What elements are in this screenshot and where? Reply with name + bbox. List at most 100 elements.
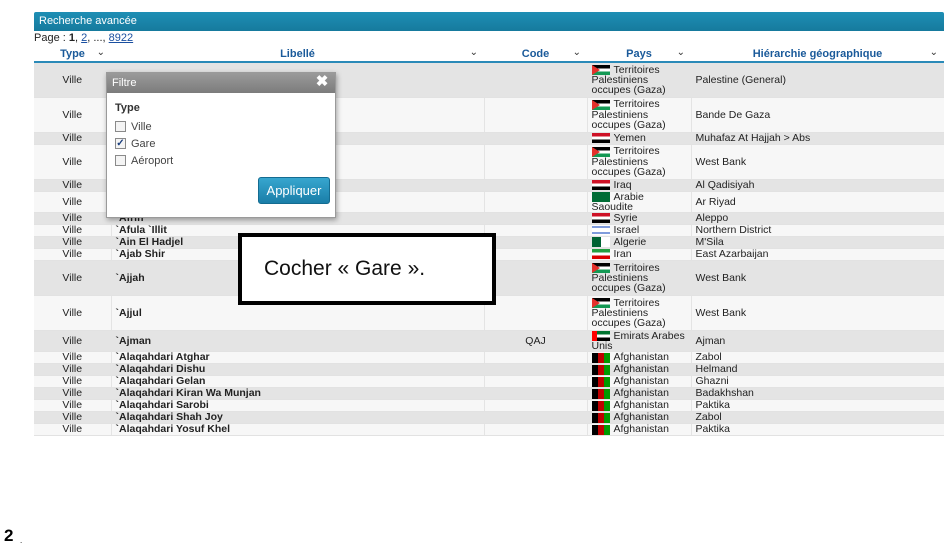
cell-hierarchie: Al Qadisiyah [691, 179, 944, 192]
cell-hierarchie: Zabol [691, 351, 944, 364]
filter-option-aeroport[interactable]: Aéroport [115, 152, 327, 169]
cell-hierarchie: Northern District [691, 224, 944, 237]
chevron-down-icon[interactable]: ⌄ [97, 47, 105, 58]
column-header-libelle[interactable]: Libellé ⌄ [111, 46, 484, 63]
country-name: Syrie [613, 212, 638, 225]
cell-type: Ville [34, 330, 112, 352]
chevron-down-icon[interactable]: ⌄ [573, 47, 581, 58]
cell-hierarchie: Ar Riyad [691, 191, 944, 213]
cell-hierarchie: Palestine (General) [691, 62, 944, 98]
chevron-down-icon[interactable]: ⌄ [677, 47, 685, 58]
instruction-callout: Cocher « Gare ». [238, 233, 496, 305]
country-name: Afghanistan [613, 399, 669, 412]
cell-code [484, 191, 588, 213]
country-name: Iraq [613, 178, 632, 191]
cell-hierarchie: Zabol [691, 411, 944, 424]
column-header-code[interactable]: Code ⌄ [484, 46, 587, 63]
checkbox-gare[interactable]: ✓ [115, 138, 126, 149]
flag-icon [591, 133, 610, 144]
filter-option-label: Gare [131, 137, 156, 150]
filter-option-label: Aéroport [131, 154, 174, 167]
cell-libelle: `Alaqahdari Sarobi [111, 399, 485, 412]
flag-icon [591, 364, 610, 375]
column-header-type[interactable]: Type ⌄ [34, 46, 111, 63]
cell-pays: Algerie [587, 236, 692, 249]
cell-pays: Afghanistan [587, 363, 692, 376]
cell-code [484, 363, 588, 376]
cell-libelle: `Alaqahdari Gelan [111, 375, 485, 388]
cell-pays: Afghanistan [587, 387, 692, 400]
cell-code [484, 132, 588, 145]
cell-code [484, 375, 588, 388]
step-dot: . [20, 536, 23, 545]
cell-pays: Afghanistan [587, 375, 692, 388]
cell-code [484, 144, 588, 180]
table-row[interactable]: Ville `Ajman QAJ Emirats Arabes Unis Ajman [34, 330, 944, 352]
table-row[interactable]: Ville `Alaqahdari Shah Joy Afghanistan Zabo… [34, 411, 944, 424]
cell-pays: Territoires Palestiniens occupes (Gaza) [587, 62, 692, 98]
checkbox-aeroport[interactable] [115, 155, 126, 166]
cell-type: Ville [34, 260, 112, 296]
cell-type: Ville [34, 179, 112, 192]
search-panel: Recherche avancée Page : 1, 2, ..., 8922… [34, 12, 944, 532]
cell-type: Ville [34, 423, 112, 436]
pagination: Page : 1, 2, ..., 8922 [34, 32, 134, 44]
flag-icon [591, 237, 610, 248]
apply-button[interactable]: Appliquer [258, 177, 330, 204]
cell-code [484, 399, 588, 412]
filter-title: Filtre [112, 77, 137, 89]
cell-libelle: `Ajman [111, 330, 485, 352]
cell-type: Ville [34, 191, 112, 213]
cell-code: QAJ [484, 330, 588, 352]
chevron-down-icon[interactable]: ⌄ [930, 47, 938, 58]
cell-code [484, 97, 588, 133]
cell-code [484, 295, 588, 331]
cell-libelle: `Alaqahdari Dishu [111, 363, 485, 376]
cell-type: Ville [34, 236, 112, 249]
cell-pays: Arabie Saoudite [587, 191, 692, 213]
flag-icon [591, 388, 610, 399]
cell-type: Ville [34, 212, 112, 225]
cell-code [484, 224, 588, 237]
country-name: Afghanistan [613, 363, 669, 376]
cell-hierarchie: M'Sila [691, 236, 944, 249]
cell-hierarchie: Bande De Gaza [691, 97, 944, 133]
table-row[interactable]: Ville `Alaqahdari Gelan Afghanistan Ghazni [34, 375, 944, 388]
flag-icon [591, 424, 610, 435]
cell-pays: Territoires Palestiniens occupes (Gaza) [587, 260, 692, 296]
cell-type: Ville [34, 97, 112, 133]
table-row[interactable]: Ville `Alaqahdari Yosuf Khel Afghanistan Pa… [34, 423, 944, 436]
pager-label: Page : [34, 32, 66, 44]
pager-link-next[interactable]: 2 [81, 32, 87, 44]
chevron-down-icon[interactable]: ⌄ [470, 47, 478, 58]
table-row[interactable]: Ville `Alaqahdari Atghar Afghanistan Zabol [34, 351, 944, 364]
filter-option-gare[interactable]: ✓ Gare [115, 135, 327, 152]
close-icon[interactable]: ✖ [315, 74, 329, 89]
checkbox-ville[interactable] [115, 121, 126, 132]
filter-popup: Filtre ✖ Type Ville ✓ Gare Aéroport Appli… [106, 72, 336, 218]
pager-ellipsis: ... [93, 32, 103, 44]
cell-pays: Iran [587, 248, 692, 261]
table-row[interactable]: Ville `Alaqahdari Dishu Afghanistan Helmand [34, 363, 944, 376]
flag-icon [591, 412, 610, 423]
cell-hierarchie: Aleppo [691, 212, 944, 225]
cell-pays: Syrie [587, 212, 692, 225]
cell-type: Ville [34, 132, 112, 145]
column-header-pays[interactable]: Pays ⌄ [587, 46, 691, 63]
column-header-hierarchie[interactable]: Hiérarchie géographique ⌄ [691, 46, 944, 63]
flag-icon [591, 352, 610, 363]
flag-icon [591, 99, 610, 110]
cell-pays: Territoires Palestiniens occupes (Gaza) [587, 144, 692, 180]
cell-hierarchie: Badakhshan [691, 387, 944, 400]
flag-icon [591, 146, 610, 157]
table-row[interactable]: Ville `Alaqahdari Kiran Wa Munjan Afghanis… [34, 387, 944, 400]
cell-code [484, 179, 588, 192]
flag-icon [591, 400, 610, 411]
cell-pays: Territoires Palestiniens occupes (Gaza) [587, 97, 692, 133]
table-row[interactable]: Ville `Alaqahdari Sarobi Afghanistan Paktik… [34, 399, 944, 412]
filter-option-ville[interactable]: Ville [115, 118, 327, 135]
cell-code [484, 236, 588, 249]
pager-link-last[interactable]: 8922 [109, 32, 133, 44]
filter-option-label: Ville [131, 120, 152, 133]
cell-type: Ville [34, 62, 112, 98]
